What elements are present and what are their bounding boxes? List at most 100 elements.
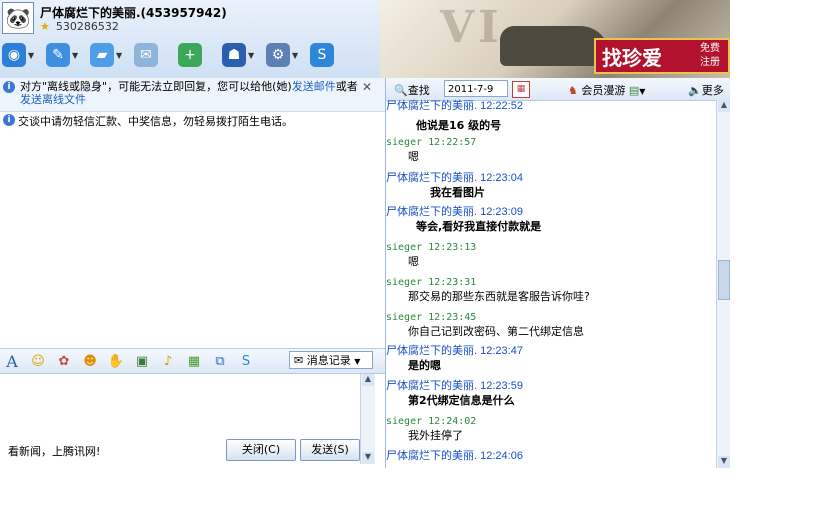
message-body: 我在看图片 <box>430 186 485 199</box>
message-header: 尸体腐烂下的美丽. 12:24:06 <box>386 450 523 462</box>
more-button[interactable]: 🔈更多 <box>688 82 724 98</box>
voice-call-button[interactable]: ✎ ▼ <box>46 40 86 70</box>
chevron-down-icon: ▼ <box>354 357 361 366</box>
chevron-down-icon[interactable]: ▼ <box>248 51 254 60</box>
chevron-down-icon[interactable]: ▼ <box>116 51 122 60</box>
video-icon: ◉ <box>2 43 26 67</box>
chat-message: 尸体腐烂下的美丽. 12:23:59 第2代绑定信息是什么 <box>386 380 716 408</box>
soso-button[interactable]: S <box>310 40 350 70</box>
left-panel: i 对方"离线或隐身"，可能无法立即回复，您可以给他(她)发送邮件或者发送离线文… <box>0 78 386 468</box>
send-mail-link[interactable]: 发送邮件 <box>292 80 336 93</box>
calendar-icon[interactable]: ▦ <box>512 81 530 98</box>
scroll-down-icon[interactable]: ▼ <box>718 456 730 468</box>
message-body: 第2代绑定信息是什么 <box>408 394 515 407</box>
qq-chat-window: 🐼 尸体腐烂下的美丽.(453957942) ★ 530286532 VI 找珍爱… <box>0 0 730 468</box>
message-header: 尸体腐烂下的美丽. 12:23:59 <box>386 380 523 392</box>
history-scrollbar[interactable]: ▲ ▼ <box>716 100 730 468</box>
chat-toolbar: ◉ ▼ ✎ ▼ ▰ ▼ ✉ + ☗ ▼ ⚙ ▼ S <box>2 40 350 72</box>
message-header: 尸体腐烂下的美丽. 12:23:04 <box>386 172 523 184</box>
banner-background-art: VI <box>440 2 503 53</box>
close-icon[interactable]: ✕ <box>362 80 372 94</box>
ad-banner[interactable]: 找珍爱 免费 注册 <box>594 38 730 74</box>
input-scrollbar[interactable]: ▲ ▼ <box>360 374 375 464</box>
qq-number-line: ★ 530286532 <box>40 20 119 33</box>
font-icon[interactable]: A <box>0 351 24 371</box>
find-button[interactable]: 🔍查找 <box>394 82 430 98</box>
message-body: 他说是16 级的号 <box>416 119 502 132</box>
add-icon: + <box>178 43 202 67</box>
screenshot-icon[interactable]: ⧉ <box>208 351 232 371</box>
member-icon: ♞ <box>568 84 578 97</box>
message-history-button[interactable]: ✉ 消息记录 ▼ <box>289 351 373 369</box>
scroll-down-icon[interactable]: ▼ <box>362 452 374 464</box>
police-button[interactable]: ☗ ▼ <box>222 40 262 70</box>
chat-history: 尸体腐烂下的美丽. 12:22:52 他说是16 级的号 sieger 12:2… <box>386 100 716 468</box>
qq-number: 530286532 <box>55 20 119 33</box>
police-icon: ☗ <box>222 43 246 67</box>
soso-icon[interactable]: S <box>234 351 258 371</box>
chat-message: sieger 12:23:31 那交易的那些东西就是客服告诉你哇? <box>386 276 716 304</box>
history-icon: ✉ <box>294 354 304 367</box>
send-file-button[interactable]: ▰ ▼ <box>90 40 130 70</box>
message-header: sieger 12:24:02 <box>386 416 477 427</box>
close-button[interactable]: 关闭(C) <box>226 439 296 461</box>
message-header: sieger 12:22:57 <box>386 137 477 148</box>
scroll-up-icon[interactable]: ▲ <box>362 374 374 386</box>
date-field[interactable]: 2011-7-9 <box>444 80 508 97</box>
chat-message: 尸体腐烂下的美丽. 12:23:04 我在看图片 <box>386 172 716 200</box>
gift-icon[interactable]: ▦ <box>182 351 206 371</box>
message-header: sieger 12:23:31 <box>386 277 477 288</box>
chat-message: 他说是16 级的号 <box>386 118 716 133</box>
chat-message: 尸体腐烂下的美丽. 12:22:52 <box>386 100 716 113</box>
ad-side-text: 免费 注册 <box>700 43 720 68</box>
message-body: 我外挂停了 <box>408 429 463 442</box>
message-input[interactable] <box>0 374 370 434</box>
message-body: 等会,看好我直接付款就是 <box>416 220 542 233</box>
music-icon[interactable]: ♪ <box>156 351 180 371</box>
chat-message: 尸体腐烂下的美丽. 12:24:06 <box>386 450 716 463</box>
emoji-icon[interactable]: ☺ <box>26 351 50 371</box>
create-group-button[interactable]: + <box>178 40 218 70</box>
shake-icon[interactable]: ☻ <box>78 351 102 371</box>
chat-bubble-icon[interactable]: ▤ <box>629 84 639 97</box>
gear-icon: ⚙ <box>266 43 290 67</box>
window-title: 尸体腐烂下的美丽.(453957942) <box>40 6 227 20</box>
message-header: 尸体腐烂下的美丽. 12:22:52 <box>386 100 523 112</box>
chat-message: sieger 12:23:45 你自己记到改密码、第二代绑定信息 <box>386 311 716 339</box>
message-body: 你自己记到改密码、第二代绑定信息 <box>408 325 584 338</box>
format-toolbar: A ☺ ✿ ☻ ✋ ▣ ♪ ▦ ⧉ S ✉ 消息记录 ▼ <box>0 348 385 374</box>
chevron-down-icon[interactable]: ▼ <box>292 51 298 60</box>
star-icon: ★ <box>40 20 50 33</box>
scroll-thumb[interactable] <box>718 260 730 300</box>
avatar[interactable]: 🐼 <box>2 2 34 34</box>
send-offline-file-link[interactable]: 发送离线文件 <box>20 93 86 106</box>
offline-notice-text: 对方"离线或隐身"，可能无法立即回复，您可以给他(她)发送邮件或者发送离线文件 <box>20 80 358 106</box>
news-link[interactable]: 看新闻，上腾讯网! <box>8 443 100 459</box>
member-roaming-button[interactable]: ♞ 会员漫游 ▤▼ <box>568 82 645 98</box>
security-warning-text: 交谈中请勿轻信汇款、中奖信息，勿轻易拨打陌生电话。 <box>18 115 293 128</box>
image-icon[interactable]: ▣ <box>130 351 154 371</box>
soso-icon: S <box>310 43 334 67</box>
send-button[interactable]: 发送(S) <box>300 439 360 461</box>
message-header: sieger 12:23:45 <box>386 312 477 323</box>
security-warning: i 交谈中请勿轻信汇款、中奖信息，勿轻易拨打陌生电话。 <box>0 111 385 128</box>
chat-message: 尸体腐烂下的美丽. 12:23:09 等会,看好我直接付款就是 <box>386 206 716 234</box>
chat-message: 尸体腐烂下的美丽. 12:23:47 是的嗯 <box>386 345 716 373</box>
message-body: 嗯 <box>408 150 419 163</box>
chevron-down-icon[interactable]: ▼ <box>28 51 34 60</box>
info-icon: i <box>3 81 15 93</box>
magic-emoji-icon[interactable]: ✿ <box>52 351 76 371</box>
history-panel: 🔍查找 2011-7-9 ▦ ♞ 会员漫游 ▤▼ 🔈更多 尸体腐烂下的美丽. 1… <box>386 78 730 468</box>
message-header: 尸体腐烂下的美丽. 12:23:47 <box>386 345 523 357</box>
vote-icon[interactable]: ✋ <box>104 351 128 371</box>
chevron-down-icon[interactable]: ▼ <box>72 51 78 60</box>
microphone-icon: ✎ <box>46 43 70 67</box>
apps-button[interactable]: ⚙ ▼ <box>266 40 306 70</box>
speaker-icon: 🔈 <box>688 84 702 97</box>
history-toolbar: 🔍查找 2011-7-9 ▦ ♞ 会员漫游 ▤▼ 🔈更多 <box>386 78 730 101</box>
send-sms-button[interactable]: ✉ <box>134 40 174 70</box>
message-body: 是的嗯 <box>408 359 441 372</box>
scroll-up-icon[interactable]: ▲ <box>718 100 730 112</box>
video-call-button[interactable]: ◉ ▼ <box>2 40 42 70</box>
message-history-label: 消息记录 <box>306 354 351 367</box>
